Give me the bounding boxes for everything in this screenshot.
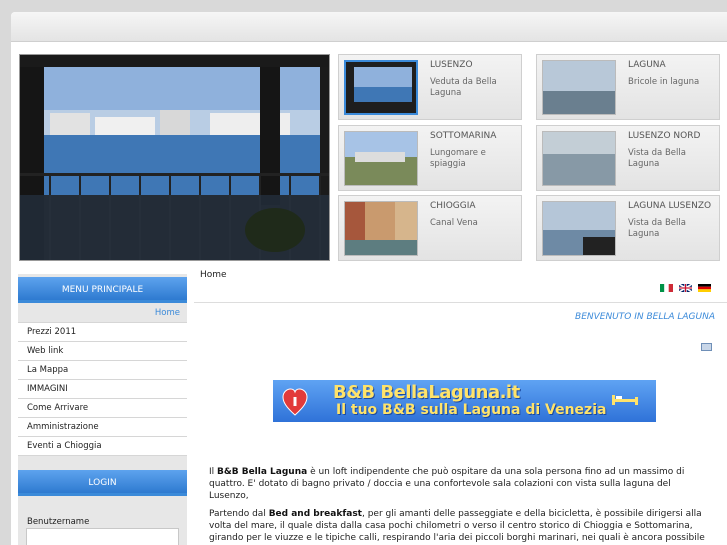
thumbnail-image [542,201,616,256]
uk-flag-icon[interactable] [678,282,693,293]
intro-paragraph: Il B&B Bella Laguna è un loft indipenden… [209,466,709,502]
sidebar: MENU PRINCIPALE Home Prezzi 2011 Web lin… [18,274,187,545]
thumbnail-laguna-lusenzo[interactable]: LAGUNA LUSENZO Vista da Bella Laguna [536,195,720,261]
para1-intro: Il [209,467,218,477]
hero-image [19,54,330,261]
italian-flag-icon[interactable] [660,283,674,292]
bed-icon [612,395,638,405]
para1-bold: B&B Bella Laguna [217,467,308,477]
thumbnail-sottomarina[interactable]: SOTTOMARINA Lungomare e spiaggia [338,125,522,191]
menu-item-home[interactable]: Home [18,304,187,323]
welcome-heading: BENVENUTO IN BELLA LAGUNA [575,312,715,322]
thumbnail-image [542,131,616,186]
german-flag-icon[interactable] [698,283,711,292]
para2-bold: Bed and breakfast [268,509,362,519]
content-divider [194,302,727,303]
main-content: Home BENVENUTO IN BELLA LAGUNA B&B Bella… [194,267,727,545]
main-menu: Home Prezzi 2011 Web link La Mappa IMMAG… [18,304,187,456]
login-header: LOGIN [18,470,187,496]
thumbnail-gallery: LUSENZO Veduta da Bella Laguna LAGUNA Br… [338,54,727,261]
thumbnail-description: Vista da Bella Laguna [628,148,686,169]
thumbnail-title: LUSENZO [430,60,473,70]
menu-principale-header: MENU PRINCIPALE [18,277,187,303]
menu-item-web-link[interactable]: Web link [18,342,187,361]
menu-item-mappa[interactable]: La Mappa [18,361,187,380]
thumbnail-chioggia[interactable]: CHIOGGIA Canal Vena [338,195,522,261]
thumbnail-laguna[interactable]: LAGUNA Bricole in laguna [536,54,720,120]
thumbnail-description: Vista da Bella Laguna [628,218,686,239]
top-header-bar [11,12,727,42]
thumbnail-title: LAGUNA [628,60,666,70]
username-label: Benutzername [27,517,90,527]
thumbnail-title: SOTTOMARINA [430,131,497,141]
breadcrumb[interactable]: Home [200,270,227,280]
bb-banner: B&B BellaLaguna.it Il tuo B&B sulla Lagu… [273,380,656,422]
email-icon[interactable] [701,343,712,351]
heart-key-icon [282,388,308,416]
menu-item-prezzi[interactable]: Prezzi 2011 [18,323,187,342]
thumbnail-description: Canal Vena [430,218,478,228]
menu-item-amministrazione[interactable]: Amministrazione [18,418,187,437]
thumbnail-image [344,131,418,186]
page: LUSENZO Veduta da Bella Laguna LAGUNA Br… [11,12,727,545]
thumbnail-image [344,60,418,115]
thumbnail-image [344,201,418,256]
username-input[interactable] [26,528,179,545]
banner-title: B&B BellaLaguna.it [333,382,520,403]
thumbnail-description: Veduta da Bella Laguna [430,77,497,98]
thumbnail-title: LUSENZO NORD [628,131,701,141]
menu-item-eventi[interactable]: Eventi a Chioggia [18,437,187,456]
thumbnail-title: LAGUNA LUSENZO [628,201,712,211]
menu-item-immagini[interactable]: IMMAGINI [18,380,187,399]
thumbnail-image [542,60,616,115]
para2-intro: Partendo dal [209,509,269,519]
language-flags [657,282,711,293]
menu-item-come-arrivare[interactable]: Come Arrivare [18,399,187,418]
banner-subtitle: Il tuo B&B sulla Laguna di Venezia [336,402,607,418]
thumbnail-lusenzo-nord[interactable]: LUSENZO NORD Vista da Bella Laguna [536,125,720,191]
thumbnail-description: Lungomare e spiaggia [430,148,486,169]
thumbnail-description: Bricole in laguna [628,77,700,87]
description-paragraph: Partendo dal Bed and breakfast, per gli … [209,508,709,545]
thumbnail-lusenzo[interactable]: LUSENZO Veduta da Bella Laguna [338,54,522,120]
thumbnail-title: CHIOGGIA [430,201,476,211]
